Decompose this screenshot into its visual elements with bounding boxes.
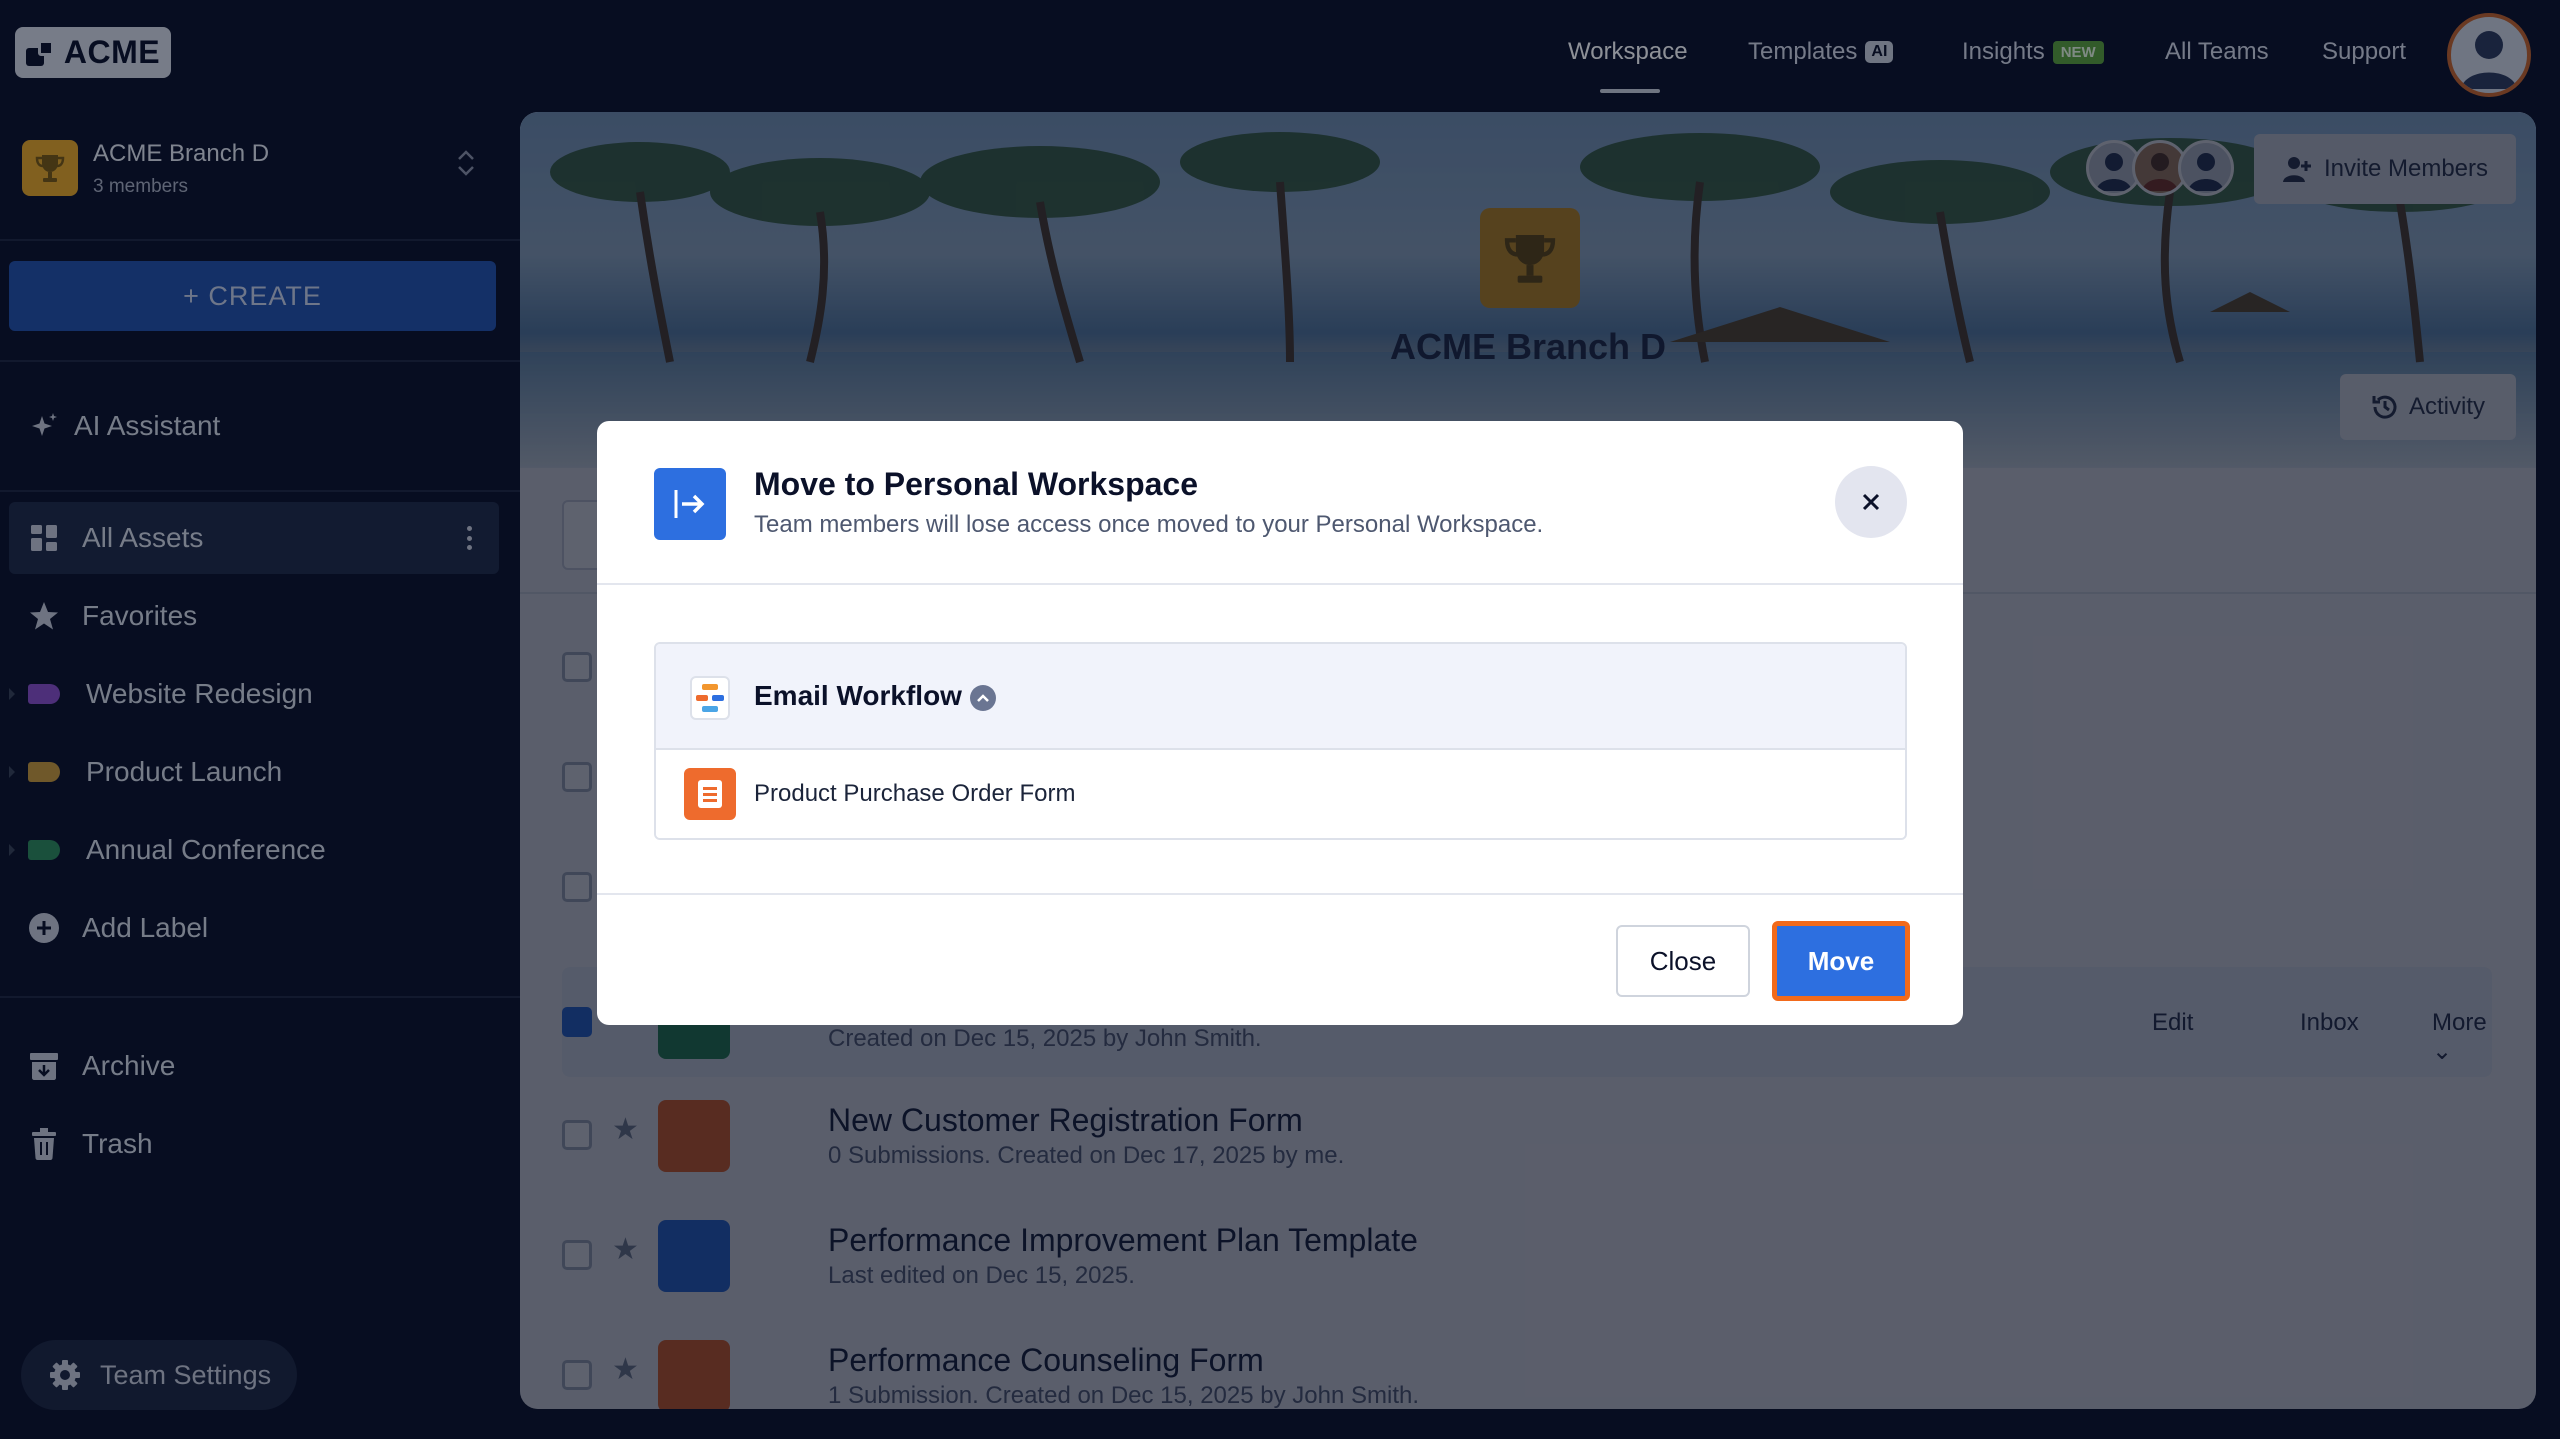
move-to-personal-workspace-dialog: Move to Personal Workspace Team members … [597,421,1963,1025]
list-item: Product Purchase Order Form [656,750,1905,838]
nav-support-label: Support [2322,38,2407,65]
logo-text: ACME [63,34,161,70]
sidebar-item-label-product-launch[interactable]: Product Launch [0,736,520,808]
user-avatar[interactable] [2447,13,2531,97]
gear-icon [49,1359,81,1398]
plus-circle-icon [26,910,62,946]
team-switcher[interactable]: ACME Branch D 3 members [0,140,520,240]
sidebar-item-add-label[interactable]: Add Label [0,892,520,964]
tag-icon [26,832,62,868]
archive-icon [26,1048,62,1084]
team-name: ACME Branch D [93,140,270,167]
selected-items-list: Email Workflow Product Purchase Order Fo… [654,642,1907,840]
divider [0,239,520,241]
user-avatar-icon [2461,31,2517,89]
workflow-icon [690,676,730,720]
form-icon [684,768,736,820]
expand-caret-icon [9,688,15,700]
dialog-description: Team members will lose access once moved… [754,511,1544,538]
nav-templates-label: Templates [1748,38,1858,65]
sidebar-item-label: Add Label [82,912,209,943]
team-member-count: 3 members [93,176,189,197]
sidebar-item-label-annual-conference[interactable]: Annual Conference [0,814,520,886]
sidebar-item-label: Annual Conference [86,834,326,865]
sidebar-item-trash[interactable]: Trash [0,1108,520,1180]
sidebar: ACME Branch D 3 members + CREATE AI Assi… [0,110,520,1439]
dialog-title: Move to Personal Workspace [754,466,1198,502]
dialog-header: Move to Personal Workspace Team members … [597,421,1963,585]
nav-workspace[interactable]: Workspace [1568,38,1688,66]
new-badge: NEW [2052,40,2104,64]
ai-badge: AI [1865,41,1894,63]
sidebar-item-favorites[interactable]: Favorites [0,580,520,652]
nav-active-indicator [1600,89,1660,93]
sidebar-item-label: All Assets [82,522,204,553]
acme-logo-icon [25,38,56,68]
grid-icon [26,520,62,556]
tag-icon [26,676,62,712]
nav-templates[interactable]: Templates AI [1748,38,1894,66]
nav-all-teams[interactable]: All Teams [2165,38,2269,66]
divider [0,996,520,998]
sidebar-item-label: AI Assistant [74,410,221,441]
sidebar-item-label: Favorites [82,600,198,631]
sidebar-item-ai-assistant[interactable]: AI Assistant [0,390,520,462]
top-bar: ACME Workspace Templates AI Insights NEW… [0,0,2560,110]
item-name: Product Purchase Order Form [754,780,1076,807]
close-button[interactable]: Close [1616,925,1750,997]
create-button[interactable]: + CREATE [9,261,496,331]
nav-insights-label: Insights [1962,38,2045,65]
star-icon [26,598,62,634]
nav-support[interactable]: Support [2322,38,2406,66]
divider [0,360,520,362]
dialog-footer-divider [597,893,1963,895]
move-button[interactable]: Move [1772,921,1910,1001]
sparkle-icon [26,408,62,444]
nav-insights[interactable]: Insights NEW [1962,38,2104,66]
chevron-up-down-icon[interactable] [455,146,477,182]
sidebar-item-label: Trash [82,1128,153,1159]
expand-caret-icon [9,766,15,778]
expand-caret-icon [9,844,15,856]
tag-icon [26,754,62,790]
nav-workspace-label: Workspace [1568,38,1688,65]
close-icon[interactable] [1835,466,1907,538]
folder-name: Email Workflow [754,680,962,711]
nav-all-teams-label: All Teams [2165,38,2269,65]
sidebar-item-label: Website Redesign [86,678,313,709]
trophy-icon [22,140,78,196]
divider [0,490,520,492]
sidebar-item-all-assets[interactable]: All Assets [9,502,499,574]
sidebar-item-label-website-redesign[interactable]: Website Redesign [0,658,520,730]
move-arrow-icon [654,468,726,540]
sidebar-item-label: Product Launch [86,756,283,787]
team-settings-button[interactable]: Team Settings [21,1340,297,1410]
chevron-up-icon[interactable] [970,685,996,711]
sidebar-item-label: Archive [82,1050,176,1081]
sidebar-item-archive[interactable]: Archive [0,1030,520,1102]
acme-logo[interactable]: ACME [15,27,171,78]
folder-row: Email Workflow [656,644,1905,750]
trash-icon [26,1126,62,1162]
more-vertical-icon[interactable] [467,526,473,550]
team-settings-label: Team Settings [100,1359,272,1390]
